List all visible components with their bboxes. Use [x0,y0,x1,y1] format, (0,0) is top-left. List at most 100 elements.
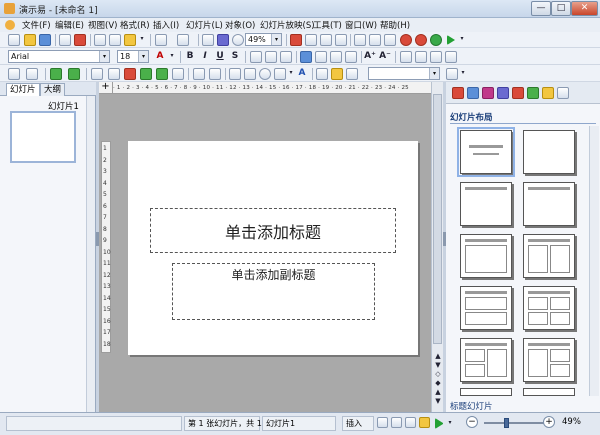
print-icon[interactable] [59,34,71,46]
font-color-dropdown-icon[interactable]: ▾ [166,50,178,62]
style-select[interactable]: ▾ [368,67,440,80]
align-right-icon[interactable] [280,51,292,63]
layout-two-content[interactable] [523,234,575,278]
insert-picture-icon[interactable] [217,34,229,46]
menu-window[interactable]: 窗口(W) [345,19,377,31]
copy-icon[interactable] [109,34,121,46]
zoom-slider[interactable] [484,418,546,428]
slides-scrollbar[interactable] [86,96,95,412]
align-left-icon[interactable] [250,51,262,63]
font-size-select[interactable]: 18 ▾ [117,50,149,63]
clipart-pane-icon[interactable] [527,87,539,99]
editor-scrollbar[interactable]: ▲ ▼ ◇ ◆ ▲ ▼ [431,82,443,412]
group-icon[interactable] [50,68,62,80]
scrollbar-thumb[interactable] [433,94,442,344]
menu-edit[interactable]: 编辑(E) [55,19,84,31]
check-icon[interactable] [430,34,442,46]
play-icon[interactable] [447,35,455,45]
layout-content[interactable] [460,234,512,278]
align-top-icon[interactable] [315,51,327,63]
spellcheck-icon[interactable] [354,34,366,46]
font-color-icon[interactable]: A [154,50,166,62]
align-middle-icon[interactable] [330,51,342,63]
layout-more-2[interactable] [523,388,575,396]
underline-button[interactable]: U [214,50,226,62]
decrease-indent-icon[interactable] [430,51,442,63]
title-placeholder[interactable]: 单击添加标题 [150,208,396,253]
connector-icon[interactable] [316,68,328,80]
play-dropdown-icon[interactable]: ▾ [456,33,468,45]
table-icon[interactable] [202,34,214,46]
ruler-corner[interactable]: + [99,82,113,94]
callout-icon[interactable] [346,68,358,80]
transition-pane-icon[interactable] [512,87,524,99]
subtitle-placeholder[interactable]: 单击添加副标题 [172,263,375,320]
notes-view-icon[interactable] [405,417,416,428]
grid-icon[interactable] [384,34,396,46]
redo-icon[interactable] [177,34,189,46]
insert-mode[interactable]: 插入 [342,416,374,431]
bullets-icon[interactable] [400,51,412,63]
minimize-button[interactable]: — [531,1,551,16]
arrow-icon[interactable] [209,68,221,80]
shrink-font-button[interactable]: A⁻ [379,50,391,62]
table-grid-icon[interactable] [26,68,38,80]
layout-title-slide[interactable] [457,127,515,177]
outline-view-icon[interactable] [419,417,430,428]
normal-view-icon[interactable] [377,417,388,428]
layout-comparison[interactable] [523,338,575,382]
select-icon[interactable] [8,68,20,80]
bring-forward-icon[interactable] [91,68,103,80]
menu-slideshow[interactable]: 幻灯片放映(S) [260,19,315,31]
font-name-select[interactable]: Arial ▾ [8,50,110,63]
distribute-icon[interactable] [172,68,184,80]
save-icon[interactable] [39,34,51,46]
ellipse-icon[interactable] [259,68,271,80]
record-icon[interactable] [400,34,412,46]
ungroup-icon[interactable] [68,68,80,80]
color-pane-icon[interactable] [482,87,494,99]
open-icon[interactable] [24,34,36,46]
layout-two-rows[interactable] [460,286,512,330]
bold-button[interactable]: B [184,50,196,62]
menu-slide[interactable]: 幻灯片(L) [186,19,223,31]
image-icon[interactable] [305,34,317,46]
increase-indent-icon[interactable] [445,51,457,63]
rotate-icon[interactable] [140,68,152,80]
slide-sorter-icon[interactable] [391,417,402,428]
line-icon[interactable] [193,68,205,80]
tab-slides[interactable]: 幻灯片 [6,83,40,96]
align-center-icon[interactable] [265,51,277,63]
layout-three-content[interactable] [460,338,512,382]
format-brush-icon[interactable] [335,34,347,46]
tab-outline[interactable]: 大纲 [40,83,66,96]
layout-dropdown-icon[interactable]: ▾ [457,67,469,79]
send-backward-icon[interactable] [108,68,120,80]
zoom-in-button[interactable]: + [543,416,555,428]
justify-icon[interactable] [300,51,312,63]
shadow-button[interactable]: S [229,50,241,62]
wordart-icon[interactable]: A [296,67,308,79]
rounded-rectangle-icon[interactable] [244,68,256,80]
paste-dropdown-icon[interactable]: ▾ [136,33,148,45]
layout-scrollbar[interactable] [589,126,599,396]
menu-insert[interactable]: 插入(I) [153,19,179,31]
notes-icon[interactable] [369,34,381,46]
text-box-icon[interactable] [290,34,302,46]
menu-view[interactable]: 视图(V) [88,19,117,31]
star-icon[interactable] [331,68,343,80]
design-pane-icon[interactable] [467,87,479,99]
layout-blank[interactable] [523,130,575,174]
slide-thumbnail[interactable] [10,111,76,163]
zoom-select[interactable]: 49% ▾ [245,33,282,46]
slide-canvas[interactable]: 单击添加标题 单击添加副标题 [128,141,418,355]
flip-icon[interactable] [124,68,136,80]
menu-tools[interactable]: 工具(T) [313,19,342,31]
animation-pane-icon[interactable] [497,87,509,99]
menu-file[interactable]: 文件(F) [22,19,51,31]
cut-icon[interactable] [94,34,106,46]
search-pane-icon[interactable] [557,87,569,99]
menu-object[interactable]: 对象(O) [225,19,255,31]
chart-icon[interactable] [320,34,332,46]
layout-title-content[interactable] [523,182,575,226]
